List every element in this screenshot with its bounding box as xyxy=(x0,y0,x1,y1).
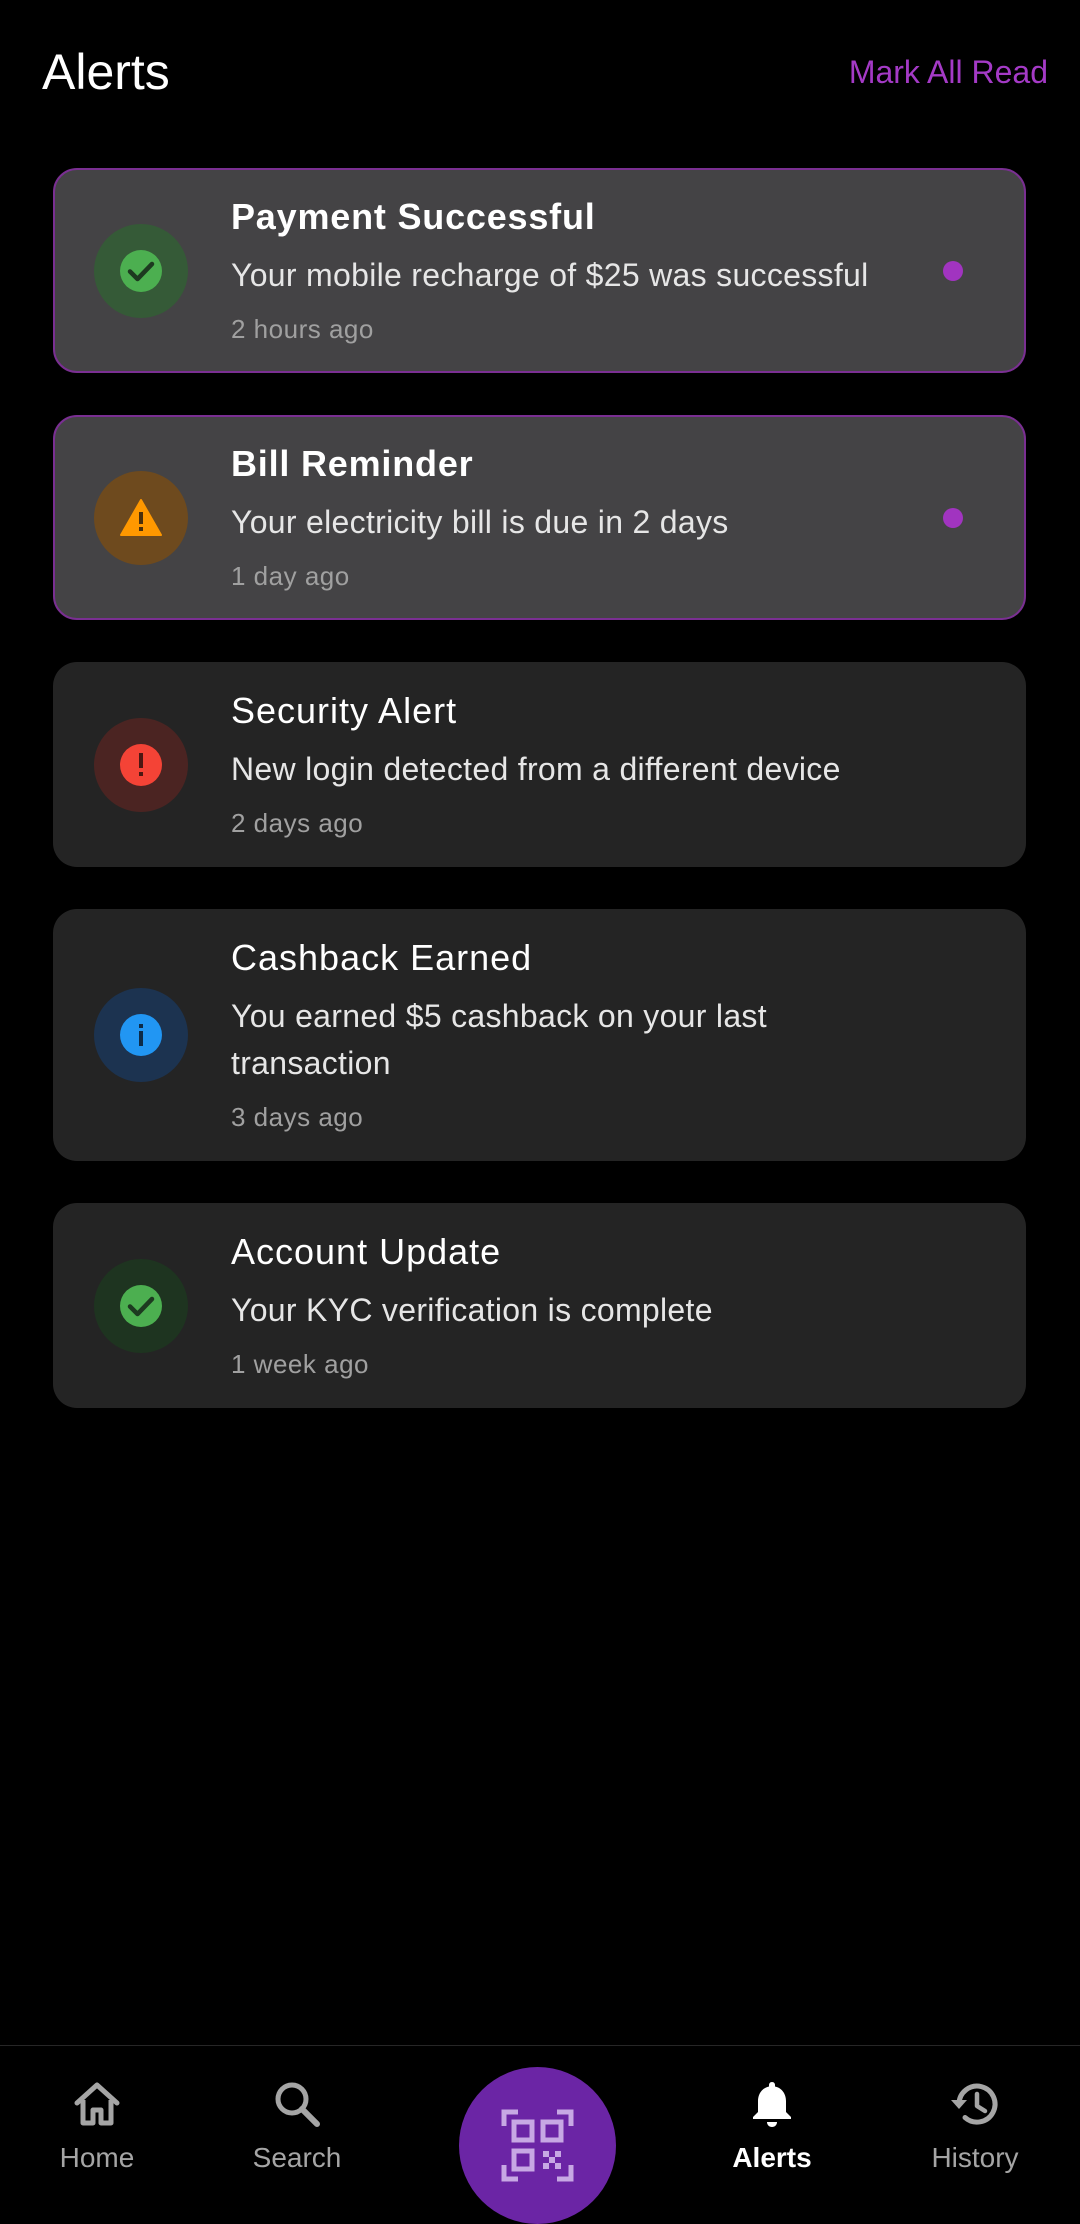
alert-message: New login detected from a different devi… xyxy=(231,751,841,787)
alert-card-bill-reminder[interactable]: Bill Reminder Your electricity bill is d… xyxy=(53,415,1026,620)
alert-time: 2 days ago xyxy=(231,808,364,838)
alert-time: 2 hours ago xyxy=(231,314,374,344)
bell-icon xyxy=(753,2082,791,2127)
history-icon xyxy=(951,2083,998,2125)
nav-alerts[interactable]: Alerts xyxy=(692,2076,852,2176)
alert-message: You earned $5 cashback on your last tran… xyxy=(231,998,767,1081)
nav-label: Alerts xyxy=(732,2142,812,2173)
alert-title: Security Alert xyxy=(231,690,458,731)
nav-home[interactable]: Home xyxy=(17,2076,177,2176)
alert-time: 1 week ago xyxy=(231,1349,369,1379)
nav-history[interactable]: History xyxy=(895,2076,1055,2176)
alert-message: Your KYC verification is complete xyxy=(231,1292,713,1328)
unread-dot xyxy=(943,260,963,281)
alert-card-account-update[interactable]: Account Update Your KYC verification is … xyxy=(53,1203,1026,1408)
app-header: Alerts Mark All Read xyxy=(0,0,1080,150)
alert-card-security-alert[interactable]: Security Alert New login detected from a… xyxy=(53,662,1026,867)
home-icon xyxy=(74,2082,120,2126)
alert-title: Account Update xyxy=(231,1231,502,1272)
nav-label: Search xyxy=(252,2142,342,2173)
nav-label: History xyxy=(931,2142,1019,2173)
check-circle-icon xyxy=(94,1258,188,1353)
alerts-list: Payment Successful Your mobile recharge … xyxy=(53,168,1026,1450)
unread-dot xyxy=(943,507,963,528)
alert-message: Your mobile recharge of $25 was successf… xyxy=(231,257,869,293)
alert-card-cashback-earned[interactable]: Cashback Earned You earned $5 cashback o… xyxy=(53,909,1026,1161)
nav-label: Home xyxy=(59,2142,135,2173)
mark-all-read-button[interactable]: Mark All Read xyxy=(849,50,1048,94)
alert-title: Bill Reminder xyxy=(231,443,474,484)
alert-time: 3 days ago xyxy=(231,1102,364,1132)
alert-message: Your electricity bill is due in 2 days xyxy=(231,504,729,540)
warning-icon xyxy=(94,470,188,565)
error-icon xyxy=(94,717,188,812)
nav-search[interactable]: Search xyxy=(217,2076,377,2176)
check-circle-icon xyxy=(94,223,188,318)
scan-qr-button[interactable] xyxy=(459,2067,616,2224)
alert-card-payment-successful[interactable]: Payment Successful Your mobile recharge … xyxy=(53,168,1026,373)
alert-title: Cashback Earned xyxy=(231,937,533,978)
info-icon xyxy=(94,988,188,1082)
alert-title: Payment Successful xyxy=(231,196,596,237)
qr-scan-icon xyxy=(501,2109,574,2182)
page-title: Alerts xyxy=(42,44,170,100)
alert-time: 1 day ago xyxy=(231,561,350,591)
search-icon xyxy=(275,2082,320,2127)
